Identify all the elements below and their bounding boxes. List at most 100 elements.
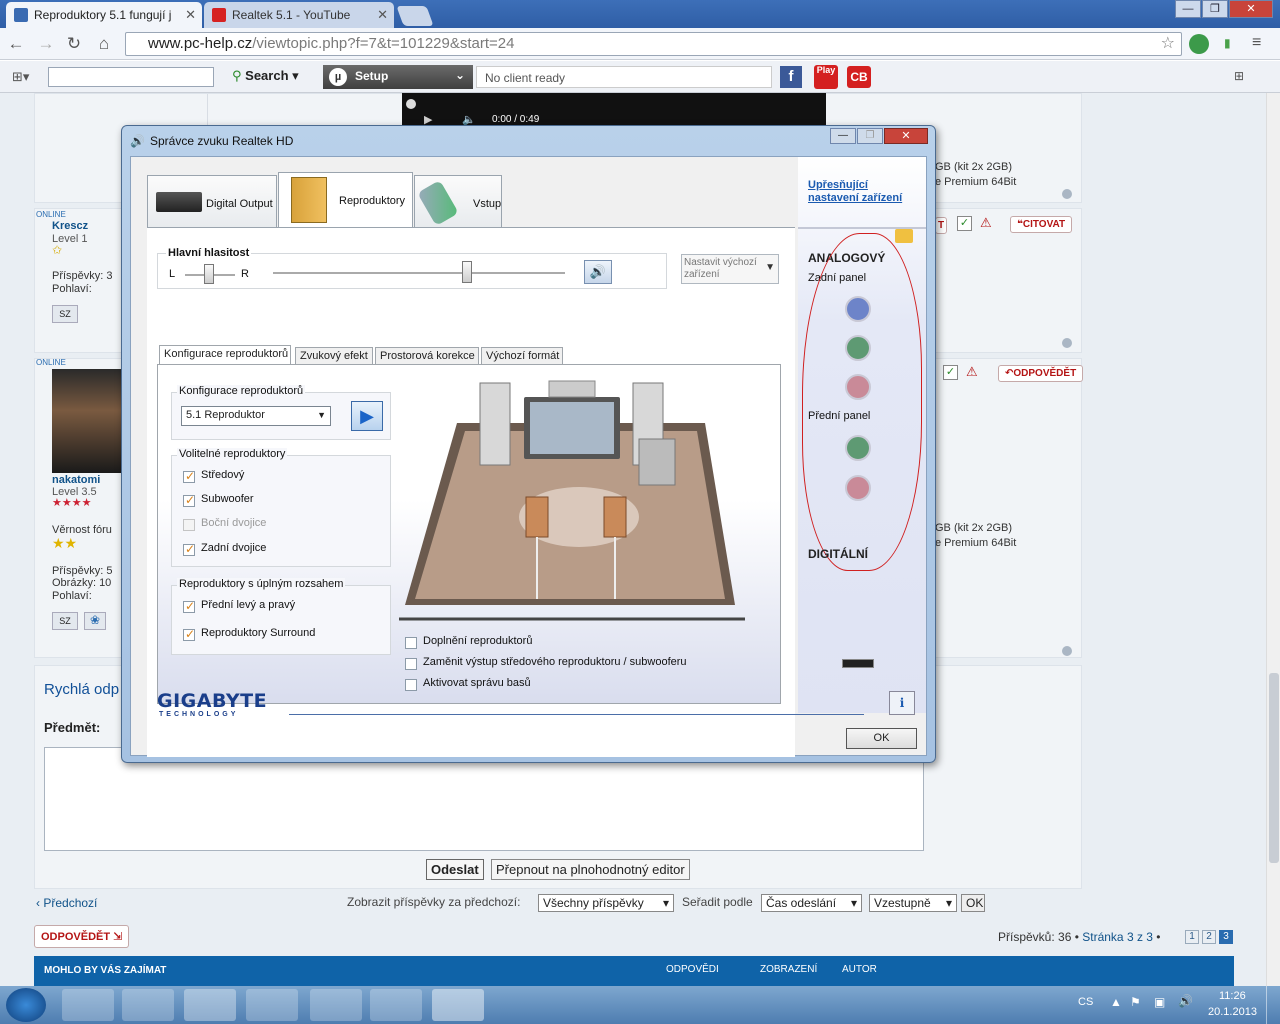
page-3-current[interactable]: 3 <box>1219 930 1233 944</box>
facebook-icon[interactable]: f <box>780 66 802 88</box>
show-posts-select[interactable]: Všechny příspěvky ▾ <box>538 894 674 912</box>
new-tab-button[interactable] <box>396 6 434 26</box>
playvids-icon[interactable]: Play <box>814 65 838 89</box>
volume-slider[interactable] <box>462 261 472 283</box>
dialog-maximize-icon[interactable]: ❐ <box>857 128 883 144</box>
speaker-fill-checkbox[interactable] <box>405 637 417 649</box>
bass-management-checkbox[interactable] <box>405 679 417 691</box>
balance-slider[interactable] <box>204 264 214 284</box>
hdmi-port-icon[interactable] <box>842 659 874 668</box>
ok-button[interactable]: OK <box>846 728 917 749</box>
forward-icon[interactable]: → <box>36 34 56 54</box>
reply-button[interactable]: ODPOVĚDĚT ⇲ <box>34 925 130 948</box>
warning-icon[interactable]: ⚠ <box>980 215 992 231</box>
video-player[interactable]: ▶ 🔈 0:00 / 0:49 <box>402 93 826 128</box>
realtek-taskbar-icon[interactable] <box>432 989 484 1021</box>
info-icon[interactable]: i <box>889 691 915 715</box>
check-icon[interactable]: ✓ <box>943 365 958 380</box>
language-indicator[interactable]: CS <box>1078 996 1093 1008</box>
sz-badge-button[interactable]: SZ <box>52 305 78 323</box>
scroll-top-icon[interactable] <box>1062 646 1072 656</box>
toolbar-search-input[interactable] <box>48 67 214 87</box>
subwoofer-checkbox[interactable] <box>183 493 195 507</box>
send-button[interactable]: Odeslat <box>426 859 484 880</box>
address-bar[interactable]: www.pc-help.cz/viewtopic.php?f=7&t=10122… <box>125 32 1182 56</box>
page-1-link[interactable]: 1 <box>1185 930 1199 944</box>
warning-icon[interactable]: ⚠ <box>966 364 978 380</box>
control-panel-taskbar-icon[interactable] <box>310 989 362 1021</box>
default-device-button[interactable]: Nastavit výchozí zařízení ▼ <box>681 254 779 284</box>
start-button[interactable] <box>6 988 46 1022</box>
play-test-button[interactable]: ▶ <box>351 401 383 431</box>
firefox-taskbar-icon[interactable] <box>246 989 298 1021</box>
clock-time[interactable]: 11:26 <box>1219 990 1246 1002</box>
speaker-config-select[interactable]: 5.1 Reproduktor ▼ <box>181 406 331 426</box>
full-editor-button[interactable]: Přepnout na plnohodnotný editor <box>491 859 690 880</box>
media-player-taskbar-icon[interactable] <box>122 989 174 1021</box>
add-toolbar-icon[interactable]: ⊞▾ <box>12 69 29 85</box>
extension-icon[interactable] <box>1189 34 1209 54</box>
reload-icon[interactable]: ↻ <box>64 34 84 54</box>
flower-badge-icon[interactable]: ❀ <box>84 612 106 630</box>
home-icon[interactable]: ⌂ <box>94 34 114 54</box>
advanced-settings-link[interactable]: Upřesňující nastavení zařízení <box>808 179 908 205</box>
dialog-minimize-icon[interactable]: — <box>830 128 856 144</box>
side-pair-checkbox[interactable] <box>183 519 195 531</box>
toolbar-search-button[interactable]: ⚲ Search ▾ <box>232 68 299 84</box>
close-tab-icon[interactable]: ✕ <box>185 7 196 23</box>
dialog-close-icon[interactable]: ✕ <box>884 128 928 144</box>
volume-tray-icon[interactable]: 🔊 <box>1178 994 1193 1008</box>
cb-icon[interactable]: CB <box>847 66 871 88</box>
add-icon[interactable]: ⊞ <box>1234 69 1244 83</box>
swap-center-checkbox[interactable] <box>405 658 417 670</box>
order-select[interactable]: Vzestupně ▾ <box>869 894 957 912</box>
show-desktop-button[interactable] <box>1266 986 1280 1024</box>
rear-pair-checkbox[interactable] <box>183 542 195 556</box>
close-tab-icon[interactable]: ✕ <box>377 7 388 23</box>
sound-taskbar-icon[interactable] <box>370 989 422 1021</box>
quote-button[interactable]: ❝CITOVAT <box>1010 216 1073 233</box>
subtab-sound-effect[interactable]: Zvukový efekt <box>295 347 373 365</box>
subtab-room-correction[interactable]: Prostorová korekce <box>375 347 479 365</box>
tab-youtube[interactable]: Realtek 5.1 - YouTube ✕ <box>204 2 394 28</box>
network-icon[interactable]: ▣ <box>1154 995 1165 1009</box>
reply-post-button[interactable]: ↶ODPOVĚDĚT <box>998 365 1084 382</box>
sort-ok-button[interactable]: OK <box>961 894 985 912</box>
window-close-icon[interactable]: ✕ <box>1229 0 1273 18</box>
scrollbar-thumb[interactable] <box>1269 673 1279 863</box>
subtab-speaker-config[interactable]: Konfigurace reproduktorů <box>159 345 291 365</box>
explorer-taskbar-icon[interactable] <box>62 989 114 1021</box>
surround-checkbox[interactable] <box>183 627 195 641</box>
subtab-default-format[interactable]: Výchozí formát <box>481 347 563 365</box>
minimize-icon[interactable]: — <box>1175 0 1201 18</box>
clock-date[interactable]: 20.1.2013 <box>1208 1006 1257 1018</box>
username-nakatomi[interactable]: nakatomi <box>52 474 100 486</box>
tab-digital-output[interactable]: Digital Output <box>147 175 277 227</box>
maximize-icon[interactable]: ❐ <box>1202 0 1228 18</box>
center-checkbox[interactable] <box>183 469 195 483</box>
page-2-link[interactable]: 2 <box>1202 930 1216 944</box>
mute-speaker-icon[interactable]: 🔊 <box>584 260 612 284</box>
flag-icon[interactable]: ⚑ <box>1130 995 1141 1009</box>
setup-button[interactable]: µ Setup ⌄ <box>323 65 473 89</box>
page-scrollbar[interactable] <box>1266 93 1280 986</box>
tab-reproduktory[interactable]: Reproduktory 5.1 fungují j ✕ <box>6 2 202 28</box>
check-icon[interactable]: ✓ <box>957 216 972 231</box>
folder-icon[interactable] <box>895 229 913 243</box>
user-avatar[interactable] <box>52 369 122 473</box>
scroll-top-icon[interactable] <box>1062 189 1072 199</box>
back-icon[interactable]: ← <box>6 34 26 54</box>
scroll-top-icon[interactable] <box>1062 338 1072 348</box>
chrome-taskbar-icon[interactable] <box>184 989 236 1021</box>
tray-arrow-icon[interactable]: ▲ <box>1110 995 1122 1009</box>
username-krescz[interactable]: Krescz <box>52 220 88 232</box>
signal-icon[interactable]: ▮ <box>1224 36 1242 52</box>
menu-wrench-icon[interactable]: ≡ <box>1252 34 1272 54</box>
sz-badge-button[interactable]: SZ <box>52 612 78 630</box>
video-seek-handle[interactable] <box>406 99 416 109</box>
tab-input[interactable]: Vstup <box>414 175 502 227</box>
tab-speakers[interactable]: Reproduktory <box>278 172 413 228</box>
bookmark-star-icon[interactable]: ☆ <box>1161 33 1175 55</box>
front-checkbox[interactable] <box>183 599 195 613</box>
report-button[interactable]: T <box>935 217 948 234</box>
